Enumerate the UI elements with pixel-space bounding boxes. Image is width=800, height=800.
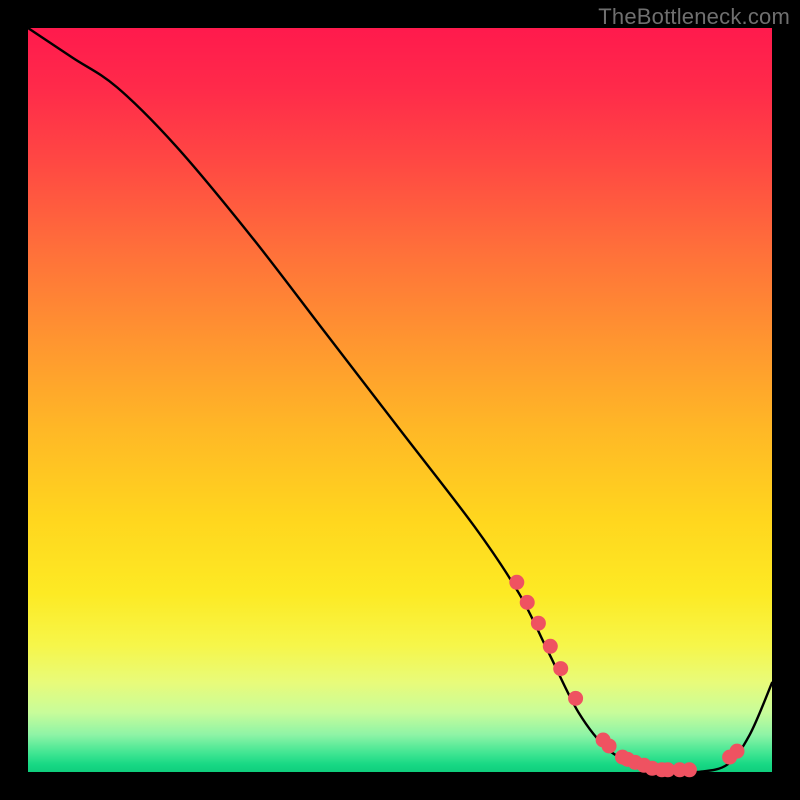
chart-svg (28, 28, 772, 772)
curve-marker (543, 639, 558, 654)
curve-marker (568, 691, 583, 706)
curve-marker (531, 616, 546, 631)
curve-marker (553, 661, 568, 676)
curve-markers (509, 575, 744, 777)
curve-marker (509, 575, 524, 590)
chart-frame: TheBottleneck.com (0, 0, 800, 800)
curve-marker (730, 744, 745, 759)
chart-plot-area (28, 28, 772, 772)
curve-marker (520, 595, 535, 610)
curve-group (28, 28, 772, 773)
curve-marker (602, 738, 617, 753)
curve-marker (682, 762, 697, 777)
watermark-label: TheBottleneck.com (598, 4, 790, 30)
bottleneck-curve (28, 28, 772, 773)
